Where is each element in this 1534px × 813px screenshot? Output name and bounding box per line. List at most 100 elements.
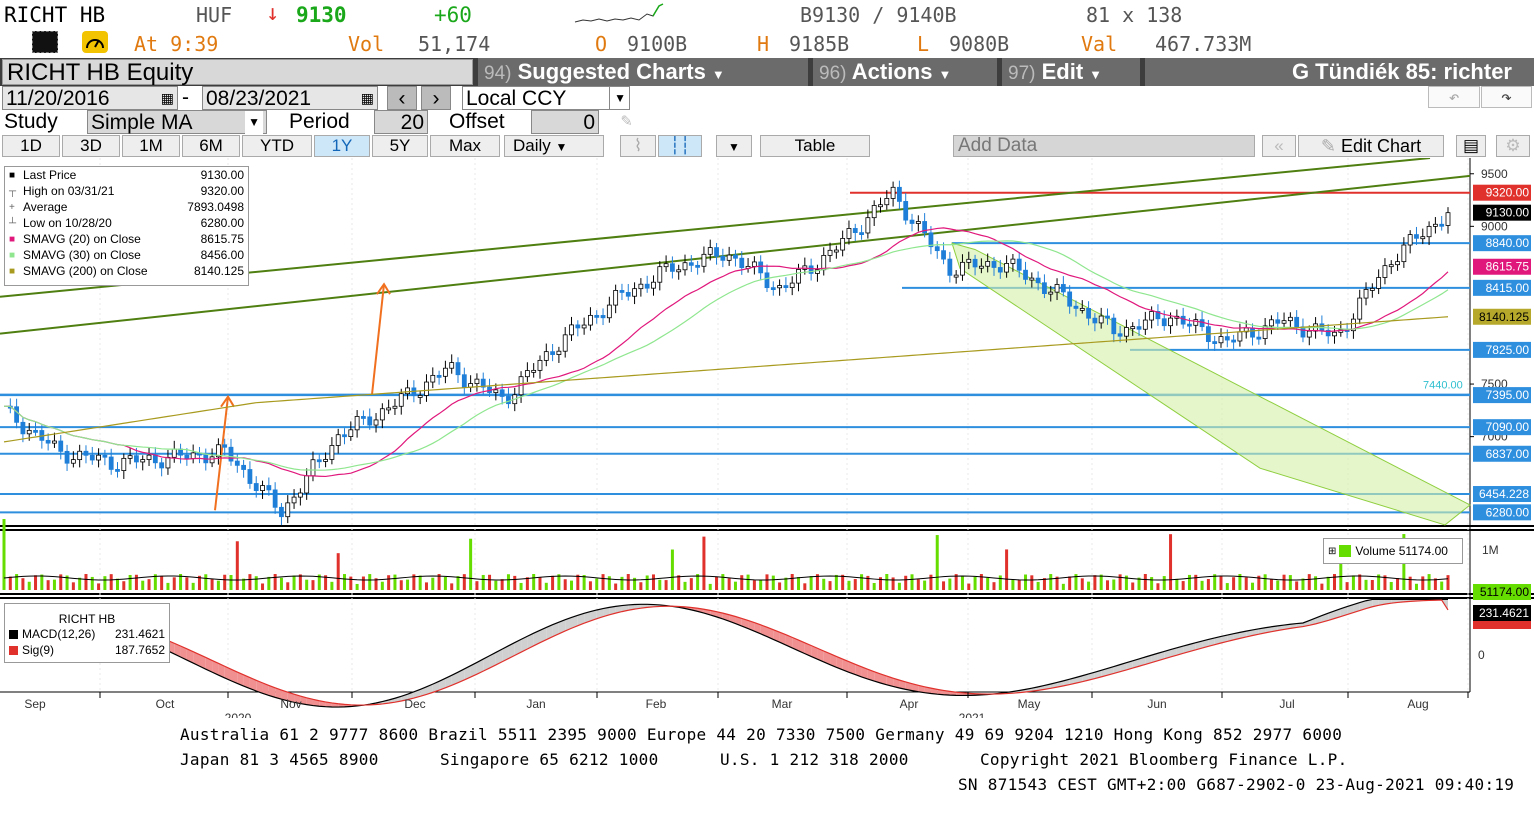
- volume-bar: [223, 574, 227, 590]
- gear-button[interactable]: ⚙: [1496, 135, 1530, 157]
- candle-body: [966, 258, 972, 263]
- volume-bar: [828, 581, 832, 590]
- volume-bar: [916, 579, 920, 590]
- calendar-icon[interactable]: ▦: [361, 87, 374, 110]
- offset-field[interactable]: 0: [531, 110, 599, 134]
- candle-body: [890, 186, 896, 199]
- candle-body: [455, 362, 461, 376]
- gauge-icon[interactable]: [82, 31, 108, 53]
- candle-body: [64, 450, 70, 464]
- pencil-icon[interactable]: ✎: [621, 110, 632, 131]
- candle-body: [695, 264, 701, 268]
- study-select[interactable]: Simple MA ▼: [87, 110, 267, 134]
- prev-range-button[interactable]: ‹: [387, 86, 417, 110]
- period-button-1y[interactable]: 1Y: [314, 135, 370, 157]
- period-button-max[interactable]: Max: [430, 135, 500, 157]
- keyboard-icon[interactable]: [32, 31, 58, 53]
- period-field[interactable]: 20: [374, 110, 428, 134]
- candle-body: [789, 282, 795, 288]
- candle-body: [575, 324, 581, 329]
- candle-body: [1016, 258, 1022, 271]
- table-button[interactable]: Table: [760, 135, 870, 157]
- chart-settings-button[interactable]: ▤: [1456, 135, 1486, 157]
- price-tag: 6454.228: [1479, 487, 1529, 501]
- period-button-1m[interactable]: 1M: [122, 135, 180, 157]
- candle-body: [878, 204, 883, 208]
- candle-chart-button[interactable]: ┆┆: [658, 135, 702, 157]
- volume-bar: [1112, 579, 1116, 590]
- volume-bar: [475, 581, 479, 590]
- frequency-select[interactable]: Daily ▼: [504, 135, 604, 157]
- start-date-field[interactable]: 11/20/2016 ▦: [2, 86, 178, 110]
- collapse-button[interactable]: «: [1262, 135, 1296, 157]
- volume-bar: [607, 576, 611, 590]
- period-button-1d[interactable]: 1D: [2, 135, 60, 157]
- candle-body: [442, 367, 448, 377]
- volume-bar: [935, 535, 939, 590]
- volume-bar: [204, 574, 208, 590]
- x-tick-label: Jan: [526, 697, 545, 711]
- volume-bar: [90, 576, 94, 590]
- candle-body: [537, 359, 543, 371]
- candle-body: [1414, 234, 1419, 239]
- calendar-icon[interactable]: ▦: [161, 87, 174, 110]
- candle-body: [1218, 336, 1224, 344]
- currency-select[interactable]: Local CCY ▼: [462, 86, 630, 110]
- volume-bar: [727, 578, 731, 590]
- legend-value: 8140.125: [193, 264, 244, 278]
- actions-menu[interactable]: 96) Actions ▼: [813, 58, 997, 86]
- legend-row: ┬ High on 03/31/21 9320.00: [5, 183, 248, 199]
- edit-chart-button[interactable]: ✎ Edit Chart: [1298, 135, 1444, 157]
- volume-bar: [897, 582, 901, 590]
- candle-body: [1073, 305, 1079, 309]
- volume-bar: [1282, 574, 1286, 590]
- period-button-5y[interactable]: 5Y: [372, 135, 428, 157]
- candle-body: [1369, 288, 1375, 291]
- period-button-ytd[interactable]: YTD: [242, 135, 312, 157]
- redo-button[interactable]: ↷: [1481, 86, 1532, 108]
- edit-menu[interactable]: 97) Edit ▼: [1002, 58, 1140, 86]
- expand-icon[interactable]: ⊞: [1328, 546, 1336, 557]
- volume-bar: [506, 574, 510, 590]
- suggested-charts-menu[interactable]: 94) Suggested Charts ▼: [478, 58, 808, 86]
- undo-button[interactable]: ↶: [1428, 86, 1480, 108]
- volume-bar: [721, 574, 725, 590]
- period-label: Period: [289, 110, 350, 133]
- line-chart-button[interactable]: ⌇: [620, 135, 656, 157]
- chart-type-dropdown[interactable]: ▼: [716, 135, 752, 157]
- volume-bar: [456, 576, 460, 590]
- candle-body: [859, 232, 864, 236]
- candle-body: [1237, 331, 1243, 342]
- volume-bar: [1351, 575, 1355, 590]
- dropdown-icon: ▼: [609, 87, 626, 110]
- vol-value: 51,174: [418, 32, 491, 56]
- candle-body: [266, 485, 272, 491]
- volume-bar: [71, 582, 75, 590]
- volume-bar: [771, 575, 775, 590]
- volume-bar: [847, 580, 851, 590]
- footer-copyright: Copyright 2021 Bloomberg Finance L.P.: [980, 750, 1348, 769]
- candle-body: [1193, 319, 1199, 326]
- next-range-button[interactable]: ›: [421, 86, 451, 110]
- add-data-field[interactable]: Add Data: [953, 135, 1255, 157]
- volume-bar: [841, 574, 845, 590]
- legend-value: 8615.75: [200, 232, 244, 246]
- volume-bar: [267, 576, 271, 590]
- period-button-3d[interactable]: 3D: [62, 135, 120, 157]
- period-button-6m[interactable]: 6M: [182, 135, 240, 157]
- volume-bar: [740, 575, 744, 590]
- menu-label: Suggested Charts: [517, 59, 706, 84]
- volume-bar: [639, 582, 643, 590]
- candle-body: [1256, 336, 1262, 340]
- security-field[interactable]: RICHT HB Equity: [2, 59, 473, 85]
- candle-body: [871, 205, 877, 219]
- volume-bar: [494, 580, 498, 590]
- down-arrow-icon: ↓: [266, 1, 280, 26]
- low-label: L: [917, 32, 930, 56]
- volume-bar: [1345, 582, 1349, 590]
- candle-body: [417, 395, 423, 398]
- volume-bar: [1396, 578, 1400, 590]
- menu-label: Edit: [1041, 59, 1084, 84]
- volume-bar: [960, 576, 964, 590]
- end-date-field[interactable]: 08/23/2021 ▦: [202, 86, 378, 110]
